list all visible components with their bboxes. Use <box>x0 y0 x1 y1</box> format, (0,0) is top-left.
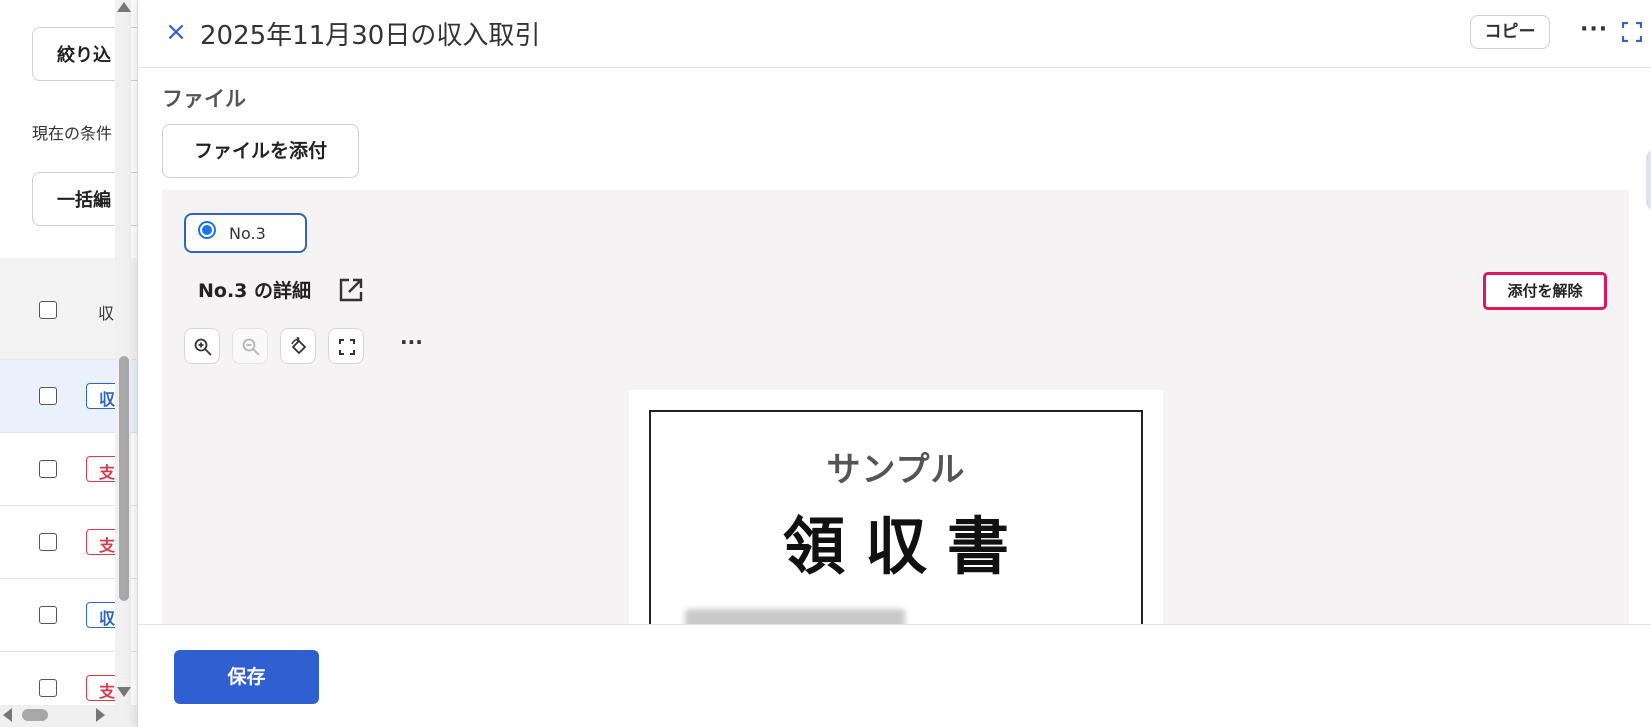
zoom-out-tool[interactable] <box>232 328 268 364</box>
row-checkbox[interactable] <box>39 387 57 405</box>
radio-selected-icon[interactable] <box>198 221 216 239</box>
attach-file-button[interactable]: ファイルを添付 <box>162 124 359 178</box>
fullscreen-tool[interactable] <box>328 328 364 364</box>
scroll-up-arrow-icon[interactable] <box>117 2 131 12</box>
scroll-right-arrow-icon[interactable] <box>96 708 105 722</box>
row-checkbox[interactable] <box>39 679 57 697</box>
zoom-out-icon <box>242 338 260 356</box>
receipt-sample-label: サンプル <box>826 450 966 490</box>
attachment-radio-option[interactable]: No.3 <box>184 213 307 253</box>
receipt-heading: 領収書 <box>782 510 1029 583</box>
close-icon[interactable]: × <box>164 18 188 46</box>
side-edge-tab[interactable] <box>1646 150 1651 210</box>
attachment-radio-label: No.3 <box>229 224 266 243</box>
row-checkbox[interactable] <box>39 533 57 551</box>
document-image: サンプル 領収書 <box>629 390 1163 624</box>
transaction-detail-panel: × 2025年11月30日の収入取引 コピー ··· ファイル ファイルを添付 … <box>137 0 1651 727</box>
horizontal-scrollbar[interactable] <box>0 705 137 727</box>
scroll-left-arrow-icon[interactable] <box>3 708 12 722</box>
panel-title: 2025年11月30日の収入取引 <box>200 21 541 51</box>
zoom-in-tool[interactable] <box>184 328 220 364</box>
list-header-label: 収 <box>98 304 115 323</box>
select-all-checkbox[interactable] <box>39 301 57 319</box>
row-checkbox[interactable] <box>39 460 57 478</box>
receipt-blurred-date <box>685 609 905 624</box>
vertical-scroll-thumb[interactable] <box>119 356 129 601</box>
zoom-in-icon <box>194 338 212 356</box>
more-options-icon[interactable]: ··· <box>1580 17 1608 42</box>
attachment-preview: No.3 No.3 の詳細 添付を解除 ··· サンプル 領収書 <box>162 190 1629 624</box>
detach-button[interactable]: 添付を解除 <box>1483 272 1607 310</box>
rotate-tool[interactable] <box>280 328 316 364</box>
copy-button[interactable]: コピー <box>1470 15 1550 49</box>
horizontal-scroll-thumb[interactable] <box>22 709 48 721</box>
external-link-icon[interactable] <box>338 277 364 303</box>
current-conditions-label: 現在の条件 <box>32 124 113 143</box>
more-tools-icon[interactable]: ··· <box>400 330 423 354</box>
scroll-down-arrow-icon[interactable] <box>117 687 131 697</box>
panel-header: × 2025年11月30日の収入取引 コピー ··· <box>138 0 1651 68</box>
file-section-label: ファイル <box>162 87 246 111</box>
app-root: 絞り込 現在の条件 一括編 収 収 支 支 収 支 × 2025年11月30日の… <box>0 0 1651 727</box>
rotate-icon <box>291 337 307 355</box>
panel-footer: 保存 <box>138 624 1651 727</box>
save-button[interactable]: 保存 <box>174 650 319 704</box>
fullscreen-icon <box>339 339 355 355</box>
receipt-frame: サンプル 領収書 <box>649 410 1143 624</box>
expand-icon[interactable] <box>1622 22 1642 42</box>
transaction-list-pane: 絞り込 現在の条件 一括編 収 収 支 支 収 支 <box>0 0 137 727</box>
row-checkbox[interactable] <box>39 606 57 624</box>
attachment-detail-title: No.3 の詳細 <box>198 280 312 302</box>
